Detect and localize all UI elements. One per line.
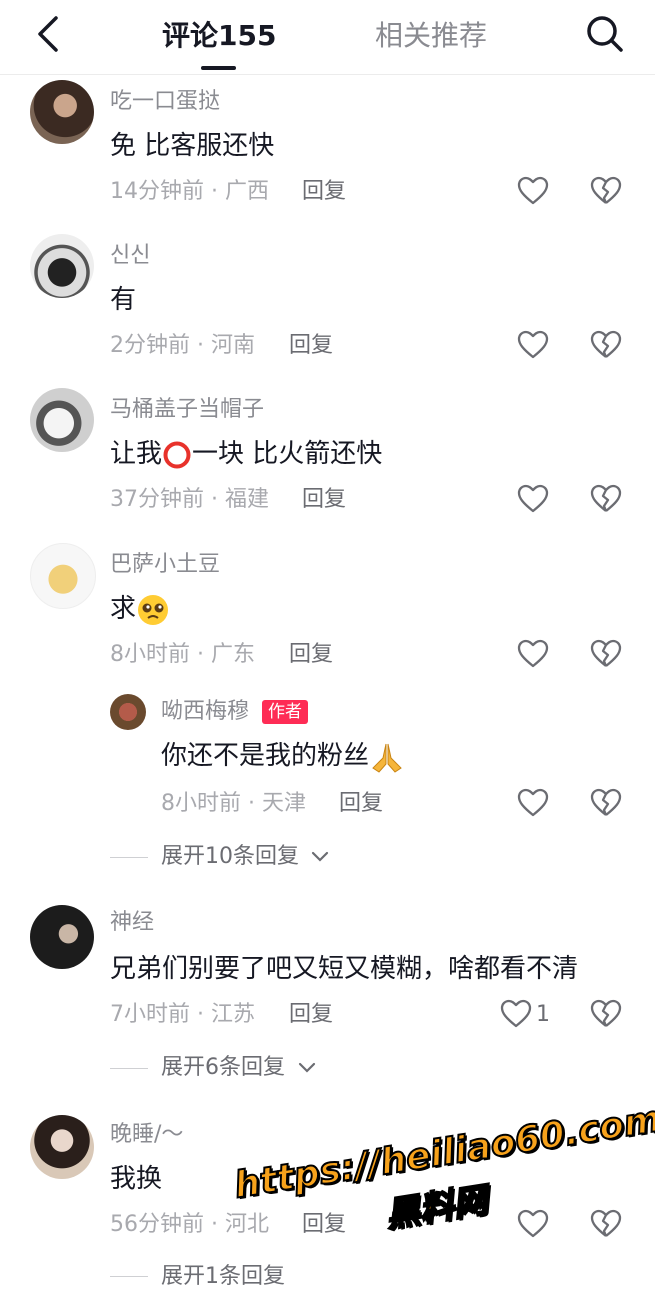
expand-replies-button[interactable]: 展开1条回复	[161, 1262, 285, 1292]
comment-meta: 2分钟前 · 河南	[110, 333, 255, 358]
heart-icon[interactable]	[517, 639, 549, 669]
heart-icon[interactable]	[517, 1209, 549, 1239]
comment-text: 有	[110, 285, 137, 315]
reply-button[interactable]: 回复	[302, 177, 346, 207]
divider	[110, 1276, 148, 1277]
author-badge: 作者	[262, 700, 308, 724]
chevron-down-icon[interactable]	[311, 851, 329, 863]
reply-item: 呦西梅穆 作者 你还不是我的粉丝 8小时前 · 天津 回复	[0, 694, 655, 824]
divider	[110, 857, 148, 858]
folded-hands-icon	[372, 743, 402, 773]
comment-username[interactable]: 马桶盖子当帽子	[110, 396, 264, 424]
comment-username[interactable]: 神经	[110, 909, 154, 937]
avatar[interactable]	[30, 1115, 94, 1179]
comment-meta: 7小时前 · 江苏	[110, 1002, 255, 1027]
reply-button[interactable]: 回复	[289, 640, 333, 670]
comment-item: 吃一口蛋挞 免 比客服还快 14分钟前 · 广西 回复	[0, 80, 655, 220]
heart-icon[interactable]	[517, 788, 549, 818]
avatar[interactable]	[30, 388, 94, 452]
pleading-face-icon	[138, 594, 169, 625]
tab-related[interactable]: 相关推荐	[375, 18, 487, 54]
reply-text-part: 你还不是我的粉丝	[161, 741, 370, 771]
comment-meta: 56分钟前 · 河北	[110, 1212, 269, 1237]
heart-icon[interactable]	[517, 176, 549, 206]
comment-text-part: 一块 比火箭还快	[192, 439, 383, 469]
active-tab-indicator	[201, 66, 236, 70]
comment-text: 免 比客服还快	[110, 131, 275, 161]
comment-item: 巴萨小土豆 求 8小时前 · 广东 回复	[0, 543, 655, 683]
reply-button[interactable]: 回复	[302, 485, 346, 515]
divider	[110, 1068, 148, 1069]
comment-text: 求	[110, 591, 170, 627]
comment-meta: 14分钟前 · 广西	[110, 179, 269, 204]
reply-button[interactable]: 回复	[289, 331, 333, 361]
comment-username[interactable]: 晚睡/～	[110, 1121, 183, 1149]
broken-heart-icon[interactable]	[590, 1209, 622, 1239]
comment-username[interactable]: 吃一口蛋挞	[110, 88, 220, 116]
heart-icon[interactable]	[517, 330, 549, 360]
avatar[interactable]	[30, 543, 96, 609]
comment-username[interactable]: 巴萨小土豆	[110, 551, 220, 579]
comment-item: 马桶盖子当帽子 让我 一块 比火箭还快 37分钟前 · 福建 回复	[0, 388, 655, 528]
comment-item: 신신 有 2分钟前 · 河南 回复	[0, 234, 655, 374]
top-bar: 评论155 相关推荐	[0, 0, 655, 75]
comment-text: 让我 一块 比火箭还快	[110, 436, 382, 472]
heart-icon[interactable]	[517, 484, 549, 514]
comment-text-part: 让我	[110, 439, 163, 469]
expand-replies-button[interactable]: 展开6条回复	[161, 1053, 285, 1083]
comment-meta: 8小时前 · 广东	[110, 642, 255, 667]
red-circle-icon	[163, 441, 191, 468]
broken-heart-icon[interactable]	[590, 176, 622, 206]
expand-replies-button[interactable]: 展开10条回复	[161, 842, 299, 872]
reply-button[interactable]: 回复	[289, 1000, 333, 1030]
avatar[interactable]	[110, 694, 146, 730]
chevron-down-icon[interactable]	[298, 1062, 316, 1074]
comment-text: 兄弟们别要了吧又短又模糊，啥都看不清	[110, 954, 579, 984]
search-icon[interactable]	[583, 12, 627, 56]
heart-icon[interactable]	[500, 999, 532, 1029]
comment-text-part: 求	[110, 594, 137, 624]
comment-item: 神经 兄弟们别要了吧又短又模糊，啥都看不清 7小时前 · 江苏 回复 1	[0, 905, 655, 1045]
broken-heart-icon[interactable]	[590, 999, 622, 1029]
comment-meta: 37分钟前 · 福建	[110, 487, 269, 512]
comment-text: 我换	[110, 1164, 163, 1194]
broken-heart-icon[interactable]	[590, 330, 622, 360]
avatar[interactable]	[30, 905, 94, 969]
reply-meta: 8小时前 · 天津	[161, 791, 306, 816]
comment-username[interactable]: 신신	[110, 242, 150, 270]
like-count: 1	[536, 1002, 550, 1027]
broken-heart-icon[interactable]	[590, 484, 622, 514]
reply-text: 你还不是我的粉丝	[161, 738, 405, 774]
reply-button[interactable]: 回复	[339, 789, 383, 819]
broken-heart-icon[interactable]	[590, 639, 622, 669]
avatar[interactable]	[30, 80, 94, 144]
reply-username[interactable]: 呦西梅穆	[161, 698, 249, 726]
avatar[interactable]	[30, 234, 94, 298]
reply-button[interactable]: 回复	[302, 1210, 346, 1240]
back-arrow-icon[interactable]	[30, 14, 66, 54]
broken-heart-icon[interactable]	[590, 788, 622, 818]
tab-comments[interactable]: 评论155	[162, 18, 276, 54]
